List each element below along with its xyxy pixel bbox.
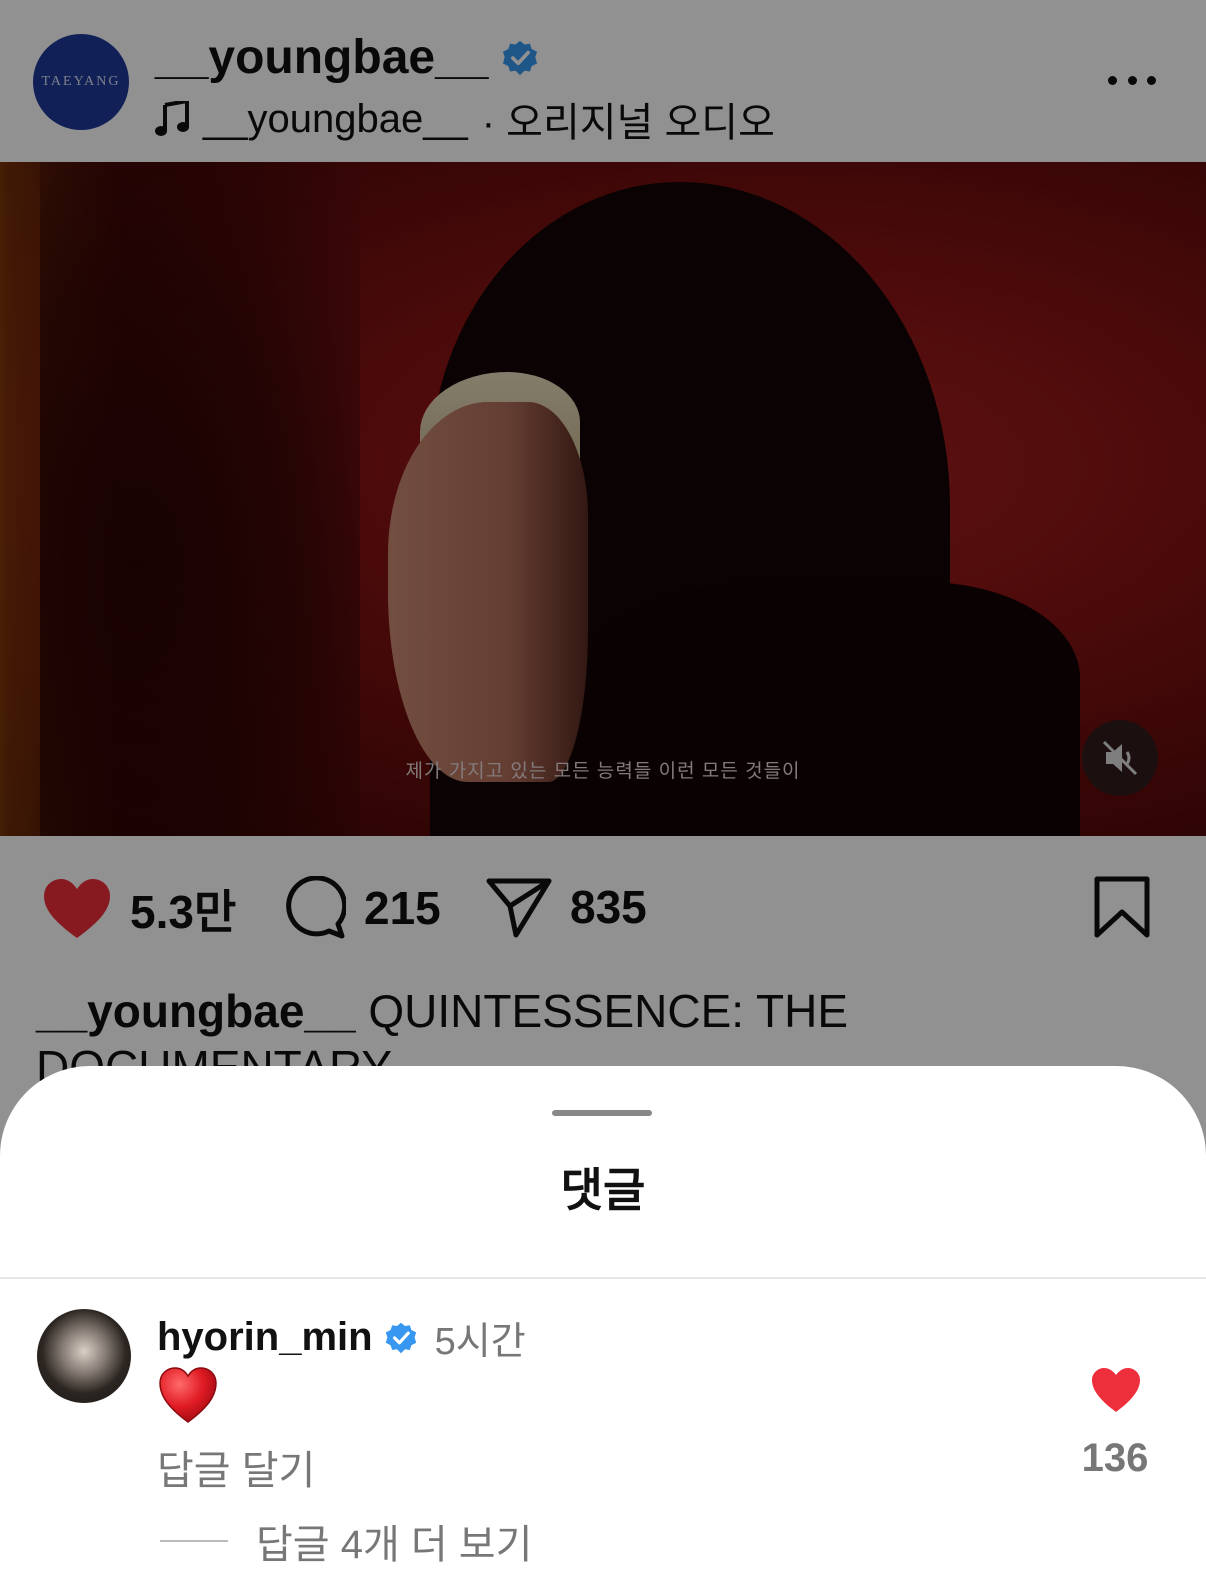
comment-header: hyorin_min 5시간: [157, 1310, 526, 1365]
comment-heart-icon[interactable]: [1090, 1366, 1142, 1414]
replies-divider-line: [160, 1540, 228, 1542]
comment-username[interactable]: hyorin_min: [157, 1315, 373, 1360]
sheet-title: 댓글: [560, 1164, 646, 1216]
comments-sheet: 댓글 hyorin_min 5시간 답글 달기 136 답글 4개 더 보기: [0, 1066, 1206, 1577]
comment-like-count: 136: [1081, 1436, 1149, 1480]
reply-button[interactable]: 답글 달기: [157, 1438, 315, 1496]
sheet-divider: [0, 1277, 1206, 1279]
comment-timestamp: 5시간: [434, 1321, 526, 1363]
view-more-replies-label: 답글 4개 더 보기: [256, 1523, 533, 1567]
red-heart-emoji-icon: [159, 1367, 217, 1423]
view-more-replies[interactable]: 답글 4개 더 보기: [160, 1512, 532, 1570]
sheet-drag-handle[interactable]: [552, 1110, 652, 1116]
verified-icon: [385, 1322, 416, 1353]
comment-avatar[interactable]: [37, 1309, 131, 1403]
